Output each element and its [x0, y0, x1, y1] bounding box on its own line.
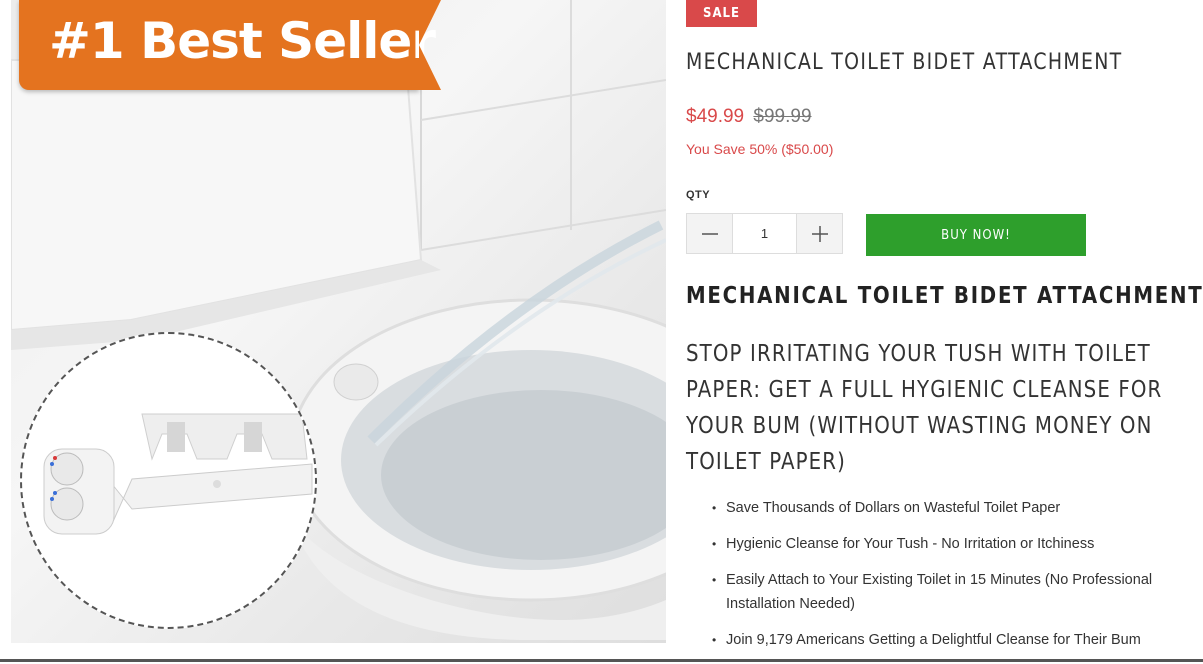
increase-quantity-button[interactable]: [797, 214, 842, 253]
bidet-device-illustration: [43, 413, 313, 535]
quantity-stepper: [686, 213, 843, 254]
product-title: MECHANICAL TOILET BIDET ATTACHMENT: [686, 50, 1123, 75]
benefit-item: Easily Attach to Your Existing Toilet in…: [712, 568, 1182, 616]
benefit-item: Hygienic Cleanse for Your Tush - No Irri…: [712, 532, 1182, 556]
quantity-label: QTY: [686, 189, 711, 201]
benefit-item: Join 9,179 Americans Getting a Delightfu…: [712, 628, 1182, 652]
current-price: $49.99: [686, 106, 745, 127]
decrease-quantity-button[interactable]: [687, 214, 732, 253]
best-seller-badge: #1 Best Seller: [19, 0, 441, 90]
plus-icon: [811, 225, 828, 242]
compare-at-price: $99.99: [753, 106, 812, 127]
description-heading: MECHANICAL TOILET BIDET ATTACHMENT: [686, 283, 1203, 309]
quantity-input[interactable]: [732, 214, 797, 253]
price-row: $49.99 $99.99: [686, 106, 812, 128]
benefits-list: Save Thousands of Dollars on Wasteful To…: [712, 496, 1182, 664]
minus-icon: [701, 232, 718, 235]
sale-badge: SALE: [686, 0, 757, 27]
product-image: #1 Best Seller: [11, 0, 666, 643]
best-seller-text: #1 Best Seller: [49, 12, 436, 70]
bidet-inset-image: [20, 332, 317, 629]
description-subheading: STOP IRRITATING YOUR TUSH WITH TOILET PA…: [686, 341, 1163, 475]
benefit-item: Save Thousands of Dollars on Wasteful To…: [712, 496, 1182, 520]
savings-text: You Save 50% ($50.00): [686, 141, 834, 157]
buy-now-button[interactable]: BUY NOW!: [866, 214, 1086, 256]
